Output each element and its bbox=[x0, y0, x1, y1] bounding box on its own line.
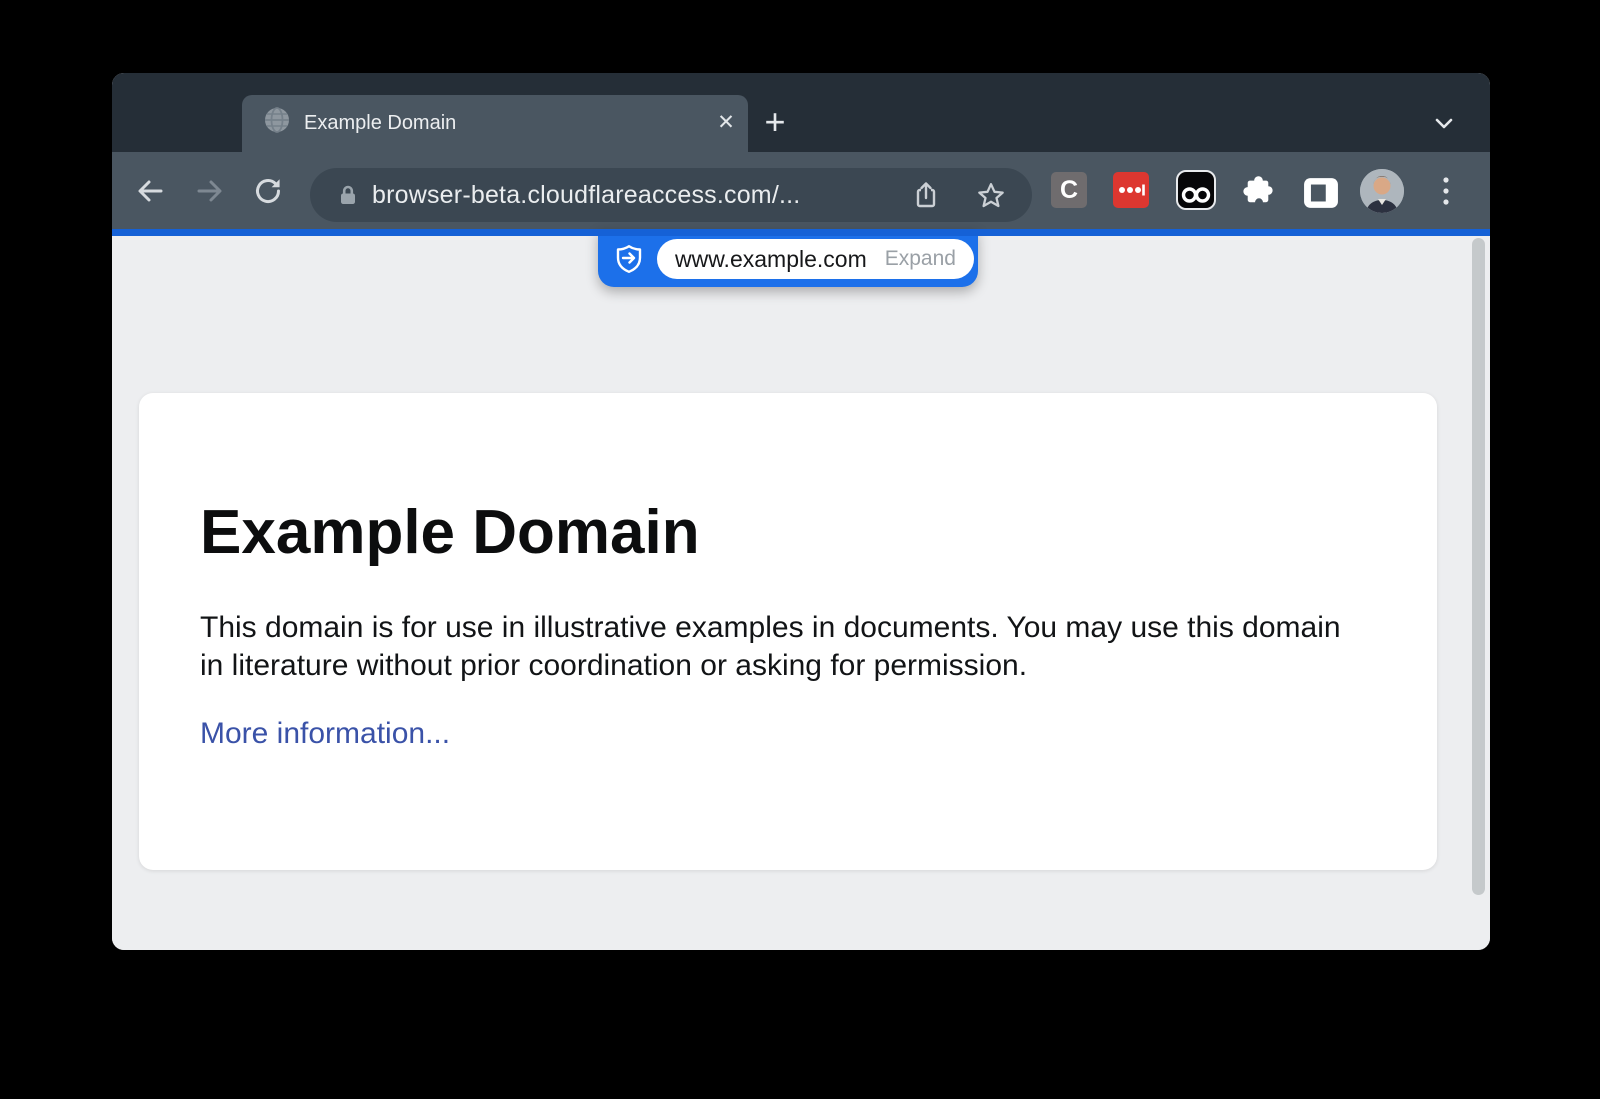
url-text: browser-beta.cloudflareaccess.com/... bbox=[372, 168, 800, 222]
more-information-link[interactable]: More information... bbox=[200, 717, 450, 751]
page-heading: Example Domain bbox=[200, 499, 1367, 567]
address-bar[interactable]: browser-beta.cloudflareaccess.com/... bbox=[310, 168, 1032, 222]
side-panel-icon[interactable] bbox=[1303, 175, 1339, 211]
tab-example-domain[interactable]: Example Domain ✕ bbox=[242, 95, 748, 152]
browser-window: Example Domain ✕ + bbox=[112, 73, 1490, 950]
forward-icon[interactable] bbox=[193, 174, 227, 208]
kebab-menu-icon[interactable] bbox=[1438, 174, 1454, 208]
chevron-down-icon[interactable] bbox=[1426, 107, 1462, 139]
extensions-puzzle-icon[interactable] bbox=[1240, 172, 1276, 208]
browser-toolbar: browser-beta.cloudflareaccess.com/... C bbox=[112, 152, 1490, 229]
extension-dark-circles-icon[interactable] bbox=[1176, 170, 1216, 210]
bookmark-star-icon[interactable] bbox=[974, 179, 1008, 213]
reload-icon[interactable] bbox=[251, 174, 285, 208]
isolation-hostname: www.example.com bbox=[675, 246, 867, 273]
isolation-hostname-field[interactable]: www.example.com Expand bbox=[657, 239, 974, 279]
content-card: Example Domain This domain is for use in… bbox=[139, 393, 1437, 870]
shield-arrow-icon bbox=[615, 244, 643, 274]
page-viewport: Example Domain This domain is for use in… bbox=[112, 236, 1490, 950]
tab-title: Example Domain bbox=[304, 95, 456, 152]
globe-favicon-icon bbox=[264, 107, 290, 133]
back-icon[interactable] bbox=[133, 174, 167, 208]
extension-red-dots-icon[interactable] bbox=[1113, 172, 1149, 208]
lock-icon[interactable] bbox=[336, 183, 360, 207]
page-paragraph: This domain is for use in illustrative e… bbox=[200, 609, 1365, 685]
desktop-background: Example Domain ✕ + bbox=[0, 0, 1600, 1099]
tab-strip: Example Domain ✕ + bbox=[112, 73, 1490, 152]
new-tab-button[interactable]: + bbox=[752, 95, 798, 152]
isolation-hostname-pill[interactable]: www.example.com Expand bbox=[598, 229, 978, 287]
profile-avatar[interactable] bbox=[1360, 169, 1404, 213]
extension-c-icon[interactable]: C bbox=[1051, 172, 1087, 208]
isolation-indicator-bar bbox=[112, 229, 1490, 236]
vertical-scrollbar-thumb[interactable] bbox=[1472, 238, 1485, 895]
expand-button[interactable]: Expand bbox=[885, 247, 956, 271]
share-icon[interactable] bbox=[910, 179, 942, 211]
tab-close-icon[interactable]: ✕ bbox=[704, 95, 748, 152]
